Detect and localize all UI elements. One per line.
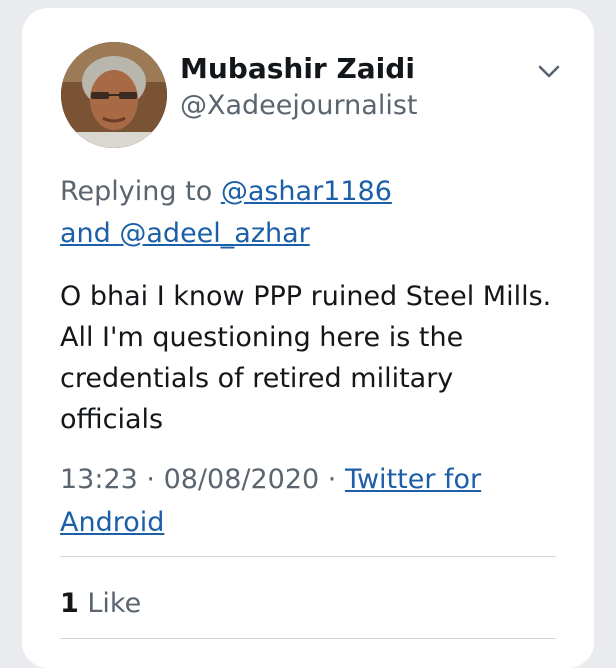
avatar[interactable]: [61, 42, 167, 148]
like-label: Like: [78, 588, 142, 619]
divider: [60, 556, 556, 557]
reply-joiner[interactable]: and: [60, 218, 119, 249]
chevron-down-icon[interactable]: [536, 62, 562, 82]
replying-to: Replying to @ashar1186 and @adeel_azhar: [60, 171, 560, 255]
tweet-time: 13:23: [60, 464, 138, 495]
replying-prefix: Replying to: [60, 176, 221, 207]
meta-separator-2: ·: [319, 464, 345, 495]
tweet-date: 08/08/2020: [163, 464, 320, 495]
divider-bottom: [60, 638, 556, 639]
author-handle[interactable]: @Xadeejournalist: [180, 90, 417, 121]
tweet-card: Mubashir Zaidi @Xadeejournalist Replying…: [22, 8, 594, 668]
author-name[interactable]: Mubashir Zaidi: [180, 52, 415, 85]
like-count: 1: [60, 588, 79, 619]
avatar-photo: [61, 42, 167, 148]
likes-summary[interactable]: 1 Like: [60, 588, 141, 619]
mention-link-ashar1186[interactable]: @ashar1186: [221, 176, 392, 207]
tweet-meta: 13:23 · 08/08/2020 · Twitter for Android: [60, 458, 570, 544]
tweet-text: O bhai I know PPP ruined Steel Mills. Al…: [60, 281, 552, 435]
meta-separator: ·: [137, 464, 164, 495]
mention-link-adeel-azhar[interactable]: @adeel_azhar: [119, 218, 309, 249]
